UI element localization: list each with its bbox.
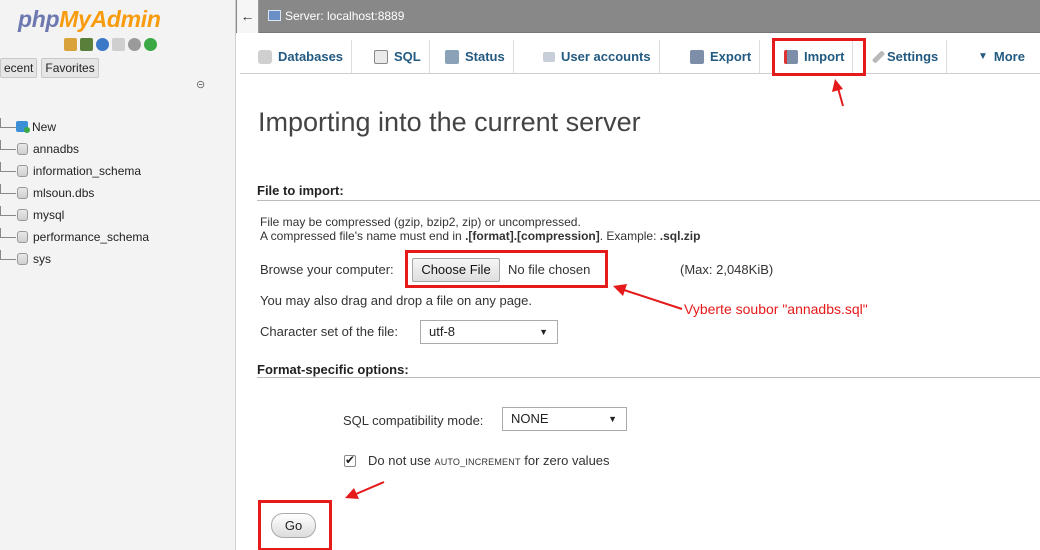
annotation-arrows xyxy=(345,79,844,499)
arrow-to-import-tab xyxy=(832,79,844,107)
arrow-to-go-button xyxy=(345,481,385,499)
arrow-to-file-input xyxy=(613,284,683,310)
